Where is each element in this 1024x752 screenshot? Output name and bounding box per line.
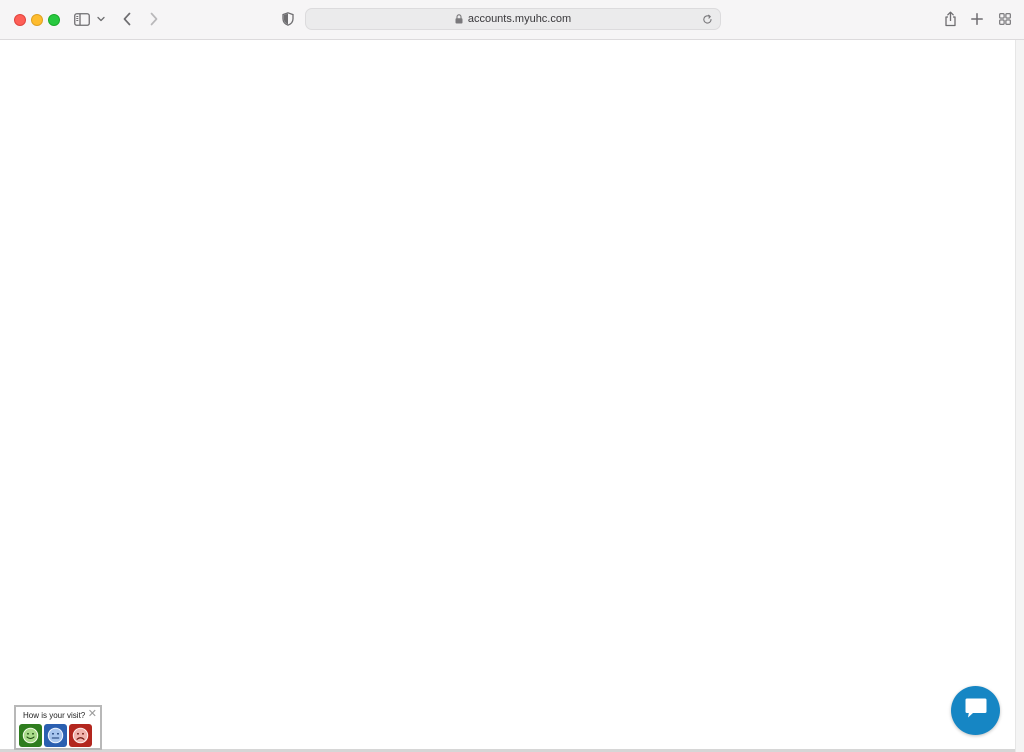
- browser-window: accounts.myuhc.com How is your visit? ✕: [0, 0, 1024, 752]
- close-icon[interactable]: ✕: [88, 708, 97, 720]
- neutral-face-icon[interactable]: [44, 724, 67, 747]
- maximize-window-button[interactable]: [48, 14, 60, 26]
- frown-face-icon[interactable]: [69, 724, 92, 747]
- chat-bubble-icon: [964, 697, 988, 724]
- url-text: accounts.myuhc.com: [467, 13, 572, 25]
- chevron-down-icon[interactable]: [95, 9, 107, 29]
- chevron-right-icon[interactable]: [145, 9, 163, 29]
- close-window-button[interactable]: [14, 14, 26, 26]
- grid-icon[interactable]: [996, 9, 1014, 29]
- smile-face-icon[interactable]: [19, 724, 42, 747]
- chevron-left-icon[interactable]: [118, 9, 136, 29]
- shield-icon[interactable]: [279, 9, 297, 29]
- reload-icon[interactable]: [700, 12, 714, 26]
- feedback-question: How is your visit?: [23, 711, 86, 720]
- scrollbar-track[interactable]: [1015, 40, 1024, 752]
- chat-button[interactable]: [951, 686, 1000, 735]
- address-bar[interactable]: accounts.myuhc.com: [305, 8, 721, 30]
- browser-toolbar: accounts.myuhc.com: [0, 0, 1024, 40]
- plus-icon[interactable]: [968, 9, 986, 29]
- lock-icon: [455, 14, 463, 24]
- minimize-window-button[interactable]: [31, 14, 43, 26]
- share-icon[interactable]: [941, 9, 959, 29]
- feedback-widget: How is your visit? ✕: [14, 705, 102, 750]
- sidebar-icon[interactable]: [72, 9, 92, 29]
